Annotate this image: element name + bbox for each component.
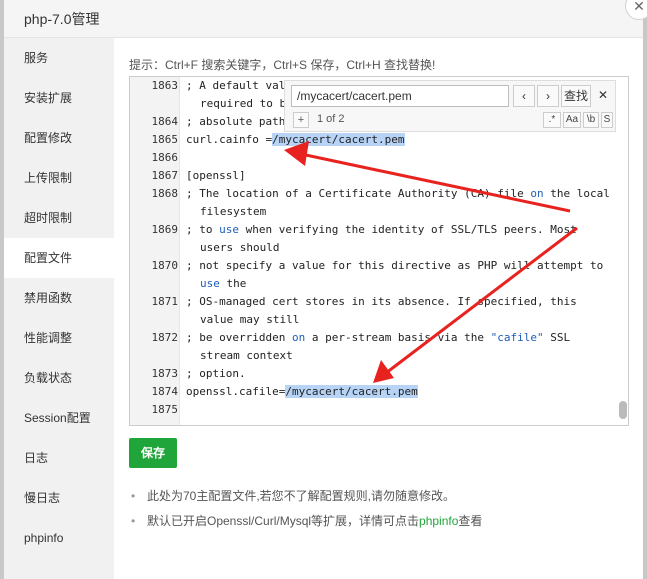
sidebar-item-slow-logs[interactable]: 慢日志 (4, 478, 114, 518)
expand-replace-button[interactable]: + (293, 112, 309, 128)
notes-list: 此处为70主配置文件,若您不了解配置规则,请勿随意修改。 默认已开启Openss… (129, 486, 482, 536)
line-text-post: a per-stream basis via the (305, 331, 491, 344)
search-match-highlight: /mycacert/cacert.pem (272, 133, 405, 146)
title-bar: php-7.0管理 (4, 0, 643, 38)
find-button[interactable]: 查找 (561, 85, 591, 107)
sidebar-item-config-edit[interactable]: 配置修改 (4, 118, 114, 158)
sidebar-item-service[interactable]: 服务 (4, 38, 114, 78)
line-text-wrap: users should (200, 241, 280, 254)
line-number: 1870 (151, 259, 179, 272)
string-token: "cafile" (490, 331, 544, 344)
close-icon: ✕ (633, 0, 645, 14)
line-text-pre: ; be overridden (186, 331, 292, 344)
note-extensions-text: 默认已开启Openssl/Curl/Mysql等扩展，详情可点击 (147, 514, 420, 528)
line-text-pre: ; The location of a Certificate Authorit… (186, 187, 531, 200)
search-options-row: + 1 of 2 .* Aa \b S (285, 111, 615, 131)
php-manager-dialog: php-7.0管理 服务 安装扩展 配置修改 上传限制 超时限制 配置文件 禁用… (4, 0, 643, 579)
sidebar-item-disabled-functions[interactable]: 禁用函数 (4, 278, 114, 318)
line-text: [openssl] (186, 169, 246, 182)
keyword-token: use (200, 277, 220, 290)
line-number: 1868 (151, 187, 179, 200)
regex-toggle[interactable]: .* (543, 112, 561, 128)
search-panel: ‹ › 查找 ✕ + 1 of 2 .* Aa \b S (284, 80, 616, 132)
line-number: 1864 (151, 115, 179, 128)
close-icon: ✕ (597, 88, 609, 102)
line-text: ; A default val (186, 79, 286, 92)
keyword-token: use (219, 223, 239, 236)
config-file-panel: 提示：Ctrl+F 搜索关键字，Ctrl+S 保存，Ctrl+H 查找替换! 1… (114, 38, 643, 579)
line-number: 1873 (151, 367, 179, 380)
sidebar-item-load-status[interactable]: 负载状态 (4, 358, 114, 398)
line-text: ; option. (186, 367, 246, 380)
sidebar-item-timeout-limit[interactable]: 超时限制 (4, 198, 114, 238)
line-text-wrap: filesystem (200, 205, 267, 218)
vertical-scrollbar[interactable] (619, 401, 627, 419)
note-extensions-suffix: 查看 (458, 514, 483, 528)
keyword-token: on (291, 331, 306, 344)
search-input[interactable] (291, 85, 509, 107)
whole-word-toggle[interactable]: \b (583, 112, 599, 128)
chevron-left-icon: ‹ (522, 89, 526, 103)
line-number: 1869 (151, 223, 179, 236)
code-editor[interactable]: 1863 ; A default val required to b 1864 … (129, 76, 629, 426)
line-text: ; The location of a Certificate Authorit… (186, 185, 610, 203)
line-number: 1866 (151, 151, 179, 164)
note-config-warning: 此处为70主配置文件,若您不了解配置规则,请勿随意修改。 (129, 486, 482, 511)
sidebar-item-session-config[interactable]: Session配置 (4, 398, 114, 438)
line-text-post2: SSL (543, 331, 571, 344)
window-title: php-7.0管理 (24, 11, 100, 27)
save-button[interactable]: 保存 (129, 438, 177, 468)
in-selection-toggle[interactable]: S (601, 112, 613, 128)
search-match-highlight: /mycacert/cacert.pem (285, 385, 418, 398)
sidebar-item-install-extensions[interactable]: 安装扩展 (4, 78, 114, 118)
line-number: 1875 (151, 403, 179, 416)
keyword-token: on (530, 187, 544, 200)
plus-icon: + (297, 114, 305, 126)
line-text-pre: openssl.cafile= (186, 385, 286, 398)
chevron-right-icon: › (546, 89, 550, 103)
sidebar: 服务 安装扩展 配置修改 上传限制 超时限制 配置文件 禁用函数 性能调整 负载… (4, 38, 114, 579)
case-sensitive-toggle[interactable]: Aa (563, 112, 581, 128)
phpinfo-link[interactable]: phpinfo (419, 514, 458, 528)
line-number: 1872 (151, 331, 179, 344)
sidebar-item-config-file[interactable]: 配置文件 (4, 238, 114, 278)
match-count: 1 of 2 (317, 113, 345, 125)
close-search-button[interactable]: ✕ (595, 85, 611, 107)
line-text-post: the local (543, 187, 610, 200)
line-text: curl.cainfo =/mycacert/cacert.pem (186, 131, 405, 149)
line-text: openssl.cafile=/mycacert/cacert.pem (186, 383, 418, 401)
line-text: ; to use when verifying the identity of … (186, 221, 577, 239)
shortcut-hint: 提示：Ctrl+F 搜索关键字，Ctrl+S 保存，Ctrl+H 查找替换! (129, 58, 436, 72)
sidebar-item-upload-limit[interactable]: 上传限制 (4, 158, 114, 198)
sidebar-item-performance[interactable]: 性能调整 (4, 318, 114, 358)
line-number: 1867 (151, 169, 179, 182)
line-number: 1874 (151, 385, 179, 398)
line-text-wrap: required to b (200, 97, 287, 110)
line-text-post: when verifying the identity of SSL/TLS p… (239, 223, 577, 236)
line-text-pre: curl.cainfo = (186, 133, 273, 146)
next-match-button[interactable]: › (537, 85, 559, 107)
line-text: ; OS-managed cert stores in its absence.… (186, 295, 577, 308)
line-text: ; absolute path (186, 115, 286, 128)
line-text-wrap: stream context (200, 349, 293, 362)
sidebar-item-phpinfo[interactable]: phpinfo (4, 518, 114, 558)
line-text: ; not specify a value for this directive… (186, 259, 604, 272)
line-number: 1871 (151, 295, 179, 308)
line-text-pre: ; to (186, 223, 220, 236)
line-text-wrap: value may still (200, 313, 300, 326)
note-extensions: 默认已开启Openssl/Curl/Mysql等扩展，详情可点击phpinfo查… (129, 511, 482, 536)
line-text-post: the (219, 277, 247, 290)
line-text-wrap: use the (200, 275, 246, 293)
line-number: 1863 (151, 79, 179, 92)
line-number: 1865 (151, 133, 179, 146)
sidebar-item-logs[interactable]: 日志 (4, 438, 114, 478)
previous-match-button[interactable]: ‹ (513, 85, 535, 107)
line-text: ; be overridden on a per-stream basis vi… (186, 329, 570, 347)
